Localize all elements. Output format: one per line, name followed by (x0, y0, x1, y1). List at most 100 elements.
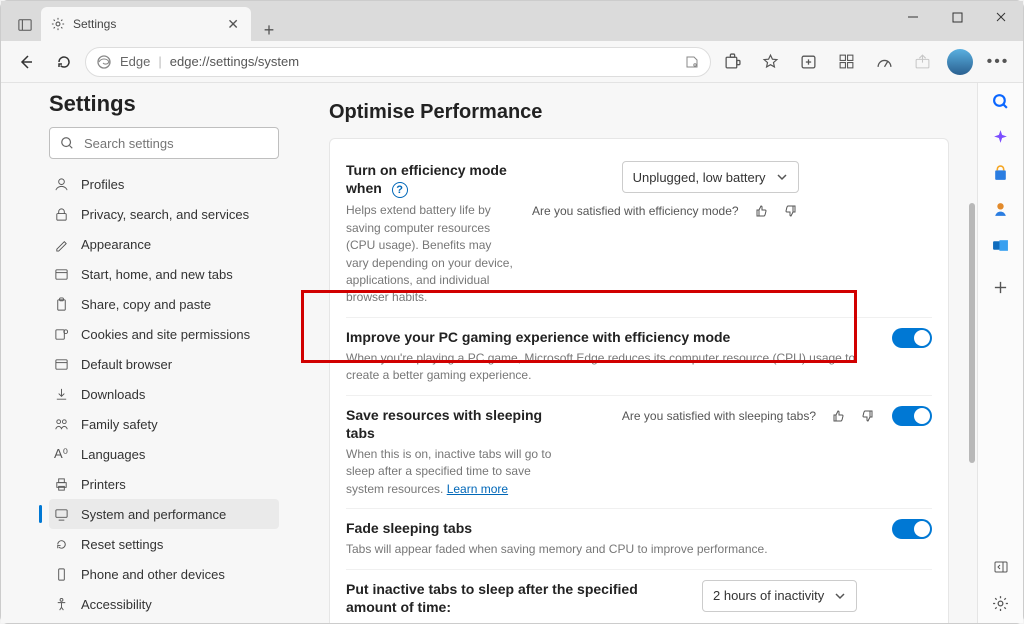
inactive-dropdown[interactable]: 2 hours of inactivity (702, 580, 857, 612)
sidebar-item-profiles[interactable]: Profiles (49, 169, 279, 199)
printer-icon (53, 476, 69, 492)
profile-avatar[interactable] (947, 49, 973, 75)
sidebar-item-cookies[interactable]: Cookies and site permissions (49, 319, 279, 349)
main-pane: Optimise Performance Turn on efficiency … (301, 83, 977, 623)
outlook-icon[interactable] (991, 235, 1011, 255)
sidebar-item-phone[interactable]: Phone and other devices (49, 559, 279, 589)
inactive-title: Put inactive tabs to sleep after the spe… (346, 580, 686, 616)
sidebar-item-appearance[interactable]: Appearance (49, 229, 279, 259)
addr-brand: Edge (120, 54, 150, 69)
minimize-button[interactable] (891, 1, 935, 33)
row-fade: Fade sleeping tabs Tabs will appear fade… (346, 508, 932, 569)
phone-icon (53, 566, 69, 582)
browser-tab[interactable]: Settings ✕ (41, 7, 251, 41)
appearance-icon (53, 236, 69, 252)
sleeping-desc: When this is on, inactive tabs will go t… (346, 446, 566, 498)
sidebar-item-start[interactable]: Start, home, and new tabs (49, 259, 279, 289)
address-bar[interactable]: Edge | edge://settings/system (85, 47, 711, 77)
edge-icon (96, 54, 112, 70)
sidebar-item-privacy[interactable]: Privacy, search, and services (49, 199, 279, 229)
profile-icon (53, 176, 69, 192)
search-input[interactable] (84, 136, 268, 151)
reset-icon (53, 536, 69, 552)
more-button[interactable]: ••• (981, 45, 1015, 79)
addr-url: edge://settings/system (170, 54, 299, 69)
copilot-icon[interactable] (991, 127, 1011, 147)
efficiency-desc: Helps extend battery life by saving comp… (346, 202, 516, 306)
fade-toggle[interactable] (892, 519, 932, 539)
sleeping-title: Save resources with sleeping tabs (346, 406, 566, 442)
sidebar-title: Settings (49, 91, 279, 117)
new-tab-button[interactable]: + (255, 20, 283, 41)
sidebar-item-printers[interactable]: Printers (49, 469, 279, 499)
download-icon (53, 386, 69, 402)
tabs-icon (53, 266, 69, 282)
thumbs-down-icon[interactable] (860, 408, 876, 424)
sidebar-item-family[interactable]: Family safety (49, 409, 279, 439)
lock-icon (53, 206, 69, 222)
row-sleeping: Save resources with sleeping tabs When t… (346, 395, 932, 509)
row-gaming: Improve your PC gaming experience with e… (346, 317, 932, 395)
efficiency-title: Turn on efficiency mode when (346, 162, 507, 196)
people-icon[interactable] (991, 199, 1011, 219)
sidebar-item-downloads[interactable]: Downloads (49, 379, 279, 409)
sidebar-item-share[interactable]: Share, copy and paste (49, 289, 279, 319)
fade-desc: Tabs will appear faded when saving memor… (346, 541, 876, 558)
performance-icon[interactable] (867, 45, 901, 79)
settings-card: Turn on efficiency mode when ? Helps ext… (329, 138, 949, 623)
tab-title: Settings (73, 17, 116, 31)
thumbs-up-icon[interactable] (753, 203, 769, 219)
gaming-desc: When you're playing a PC game, Microsoft… (346, 350, 876, 385)
clipboard-icon (53, 296, 69, 312)
chevron-down-icon (834, 590, 846, 602)
titlebar: Settings ✕ + (1, 1, 1023, 41)
fade-title: Fade sleeping tabs (346, 519, 876, 537)
learn-more-link[interactable]: Learn more (447, 482, 508, 496)
help-icon[interactable]: ? (392, 182, 408, 198)
shopping-icon[interactable] (991, 163, 1011, 183)
collections-icon[interactable] (791, 45, 825, 79)
gaming-toggle[interactable] (892, 328, 932, 348)
rail-settings-icon[interactable] (991, 593, 1011, 613)
tab-actions-button[interactable] (9, 9, 41, 41)
row-inactive: Put inactive tabs to sleep after the spe… (346, 569, 932, 623)
sidebar-item-system[interactable]: System and performance (49, 499, 279, 529)
apps-icon[interactable] (829, 45, 863, 79)
efficiency-dropdown[interactable]: Unplugged, low battery (622, 161, 799, 193)
chevron-down-icon (776, 171, 788, 183)
sidebar-item-default[interactable]: Default browser (49, 349, 279, 379)
family-icon (53, 416, 69, 432)
refresh-button[interactable] (47, 45, 81, 79)
bing-search-icon[interactable] (991, 91, 1011, 111)
share-icon[interactable] (905, 45, 939, 79)
sleeping-toggle[interactable] (892, 406, 932, 426)
sidebar-item-languages[interactable]: A⁰Languages (49, 439, 279, 469)
side-rail (977, 83, 1023, 623)
search-settings[interactable] (49, 127, 279, 159)
back-button[interactable] (9, 45, 43, 79)
scrollbar[interactable] (969, 203, 975, 463)
sidebar-item-about[interactable]: About Microsoft Edge (49, 619, 279, 623)
thumbs-up-icon[interactable] (830, 408, 846, 424)
settings-sidebar: Settings Profiles Privacy, search, and s… (1, 83, 301, 623)
toolbar: Edge | edge://settings/system ••• (1, 41, 1023, 83)
sidebar-item-reset[interactable]: Reset settings (49, 529, 279, 559)
page-heading: Optimise Performance (329, 101, 949, 124)
favorites-icon[interactable] (753, 45, 787, 79)
browser-icon (53, 356, 69, 372)
reader-icon[interactable] (684, 54, 700, 70)
extensions-icon[interactable] (715, 45, 749, 79)
add-rail-icon[interactable] (991, 277, 1011, 297)
gaming-title: Improve your PC gaming experience with e… (346, 328, 876, 346)
system-icon (53, 506, 69, 522)
maximize-button[interactable] (935, 1, 979, 33)
close-window-button[interactable] (979, 1, 1023, 33)
tab-close-button[interactable]: ✕ (225, 14, 241, 35)
thumbs-down-icon[interactable] (783, 203, 799, 219)
efficiency-feedback: Are you satisfied with efficiency mode? (532, 203, 799, 219)
gear-icon (51, 17, 65, 31)
sidebar-item-accessibility[interactable]: Accessibility (49, 589, 279, 619)
row-efficiency: Turn on efficiency mode when ? Helps ext… (346, 151, 932, 317)
collapse-rail-icon[interactable] (991, 557, 1011, 577)
inactive-desc: When efficiency mode is on, inactive tab… (346, 620, 686, 623)
